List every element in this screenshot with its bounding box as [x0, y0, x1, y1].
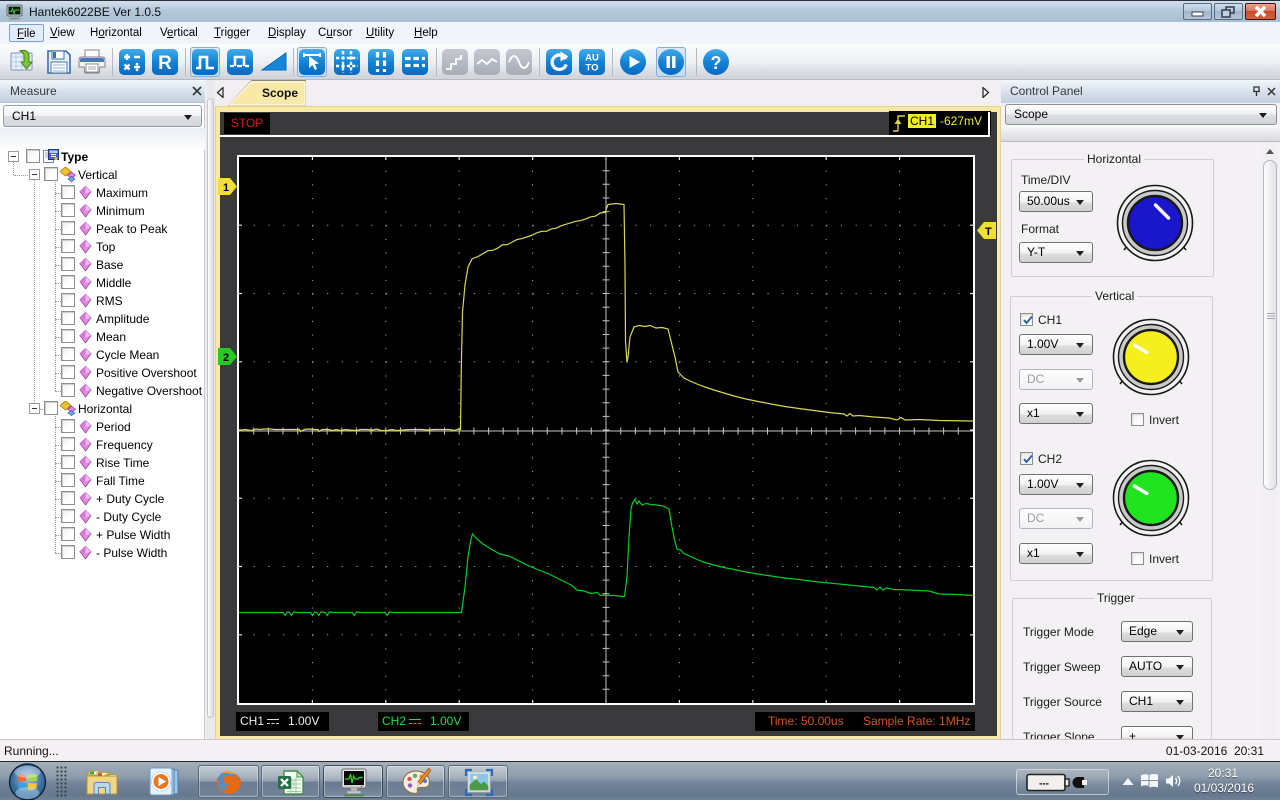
- svg-text:1: 1: [223, 182, 229, 194]
- svg-text:---: ---: [1039, 779, 1049, 790]
- svg-text:?: ?: [711, 53, 722, 73]
- svg-text:Scope: Scope: [262, 86, 298, 100]
- svg-text:2: 2: [223, 352, 229, 364]
- svg-text:TO: TO: [585, 63, 598, 74]
- svg-text:T: T: [985, 226, 992, 238]
- svg-text:R: R: [158, 53, 172, 74]
